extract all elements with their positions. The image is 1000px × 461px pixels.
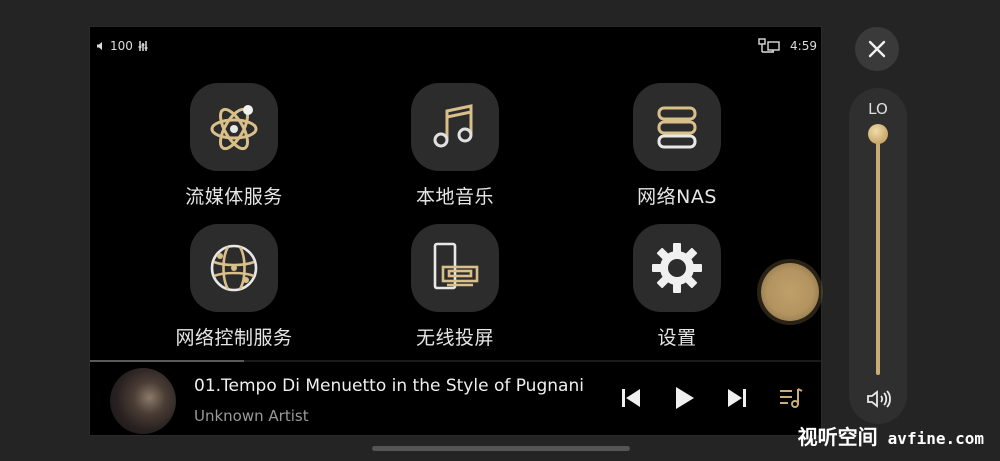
watermark-cn: 视听空间	[797, 425, 878, 449]
playback-progress-fill	[90, 360, 244, 362]
tile-button[interactable]	[190, 224, 278, 312]
volume-value: 100	[110, 39, 133, 53]
next-button[interactable]	[722, 383, 752, 413]
tile-network-control-service[interactable]: 网络控制服务	[134, 224, 334, 354]
gear-icon	[652, 243, 702, 293]
volume-slider[interactable]	[876, 132, 880, 375]
tile-button[interactable]	[633, 224, 721, 312]
clock: 4:59	[790, 39, 817, 53]
volume-slider-fill	[876, 132, 880, 375]
tile-local-music[interactable]: 本地音乐	[355, 83, 555, 213]
close-icon	[868, 40, 886, 58]
server-stack-icon	[657, 106, 697, 149]
skip-next-icon	[728, 389, 746, 407]
equalizer-icon	[138, 41, 148, 51]
tile-settings[interactable]: 设置	[577, 224, 777, 354]
now-playing-bar[interactable]: 01.Tempo Di Menuetto in the Style of Pug…	[90, 363, 821, 437]
tile-label: 设置	[657, 327, 697, 349]
tile-label: 无线投屏	[415, 327, 494, 349]
volume-slider-thumb[interactable]	[868, 124, 888, 144]
tile-label: 网络NAS	[637, 186, 717, 208]
home-indicator[interactable]	[372, 446, 630, 451]
playback-progress-bar[interactable]	[90, 360, 821, 362]
network-icon	[758, 38, 780, 53]
watermark: 视听空间 avfine.com	[798, 421, 984, 450]
speaker-volume-icon	[867, 390, 891, 408]
playlist-icon	[780, 388, 803, 408]
tile-network-nas[interactable]: 网络NAS	[577, 83, 777, 213]
status-volume: 100	[96, 39, 149, 53]
tile-wireless-cast[interactable]: 无线投屏	[355, 224, 555, 354]
tile-label: 流媒体服务	[185, 186, 283, 208]
play-button[interactable]	[669, 383, 699, 413]
previous-button[interactable]	[616, 383, 646, 413]
player-screen: 100 4:59 流媒体服务 本地音乐 网络NAS 网络控制服务 无线投屏 设置…	[89, 26, 822, 436]
atom-icon	[210, 105, 258, 151]
tile-button[interactable]	[190, 83, 278, 171]
music-note-icon	[433, 104, 473, 148]
tile-button[interactable]	[411, 83, 499, 171]
album-cover[interactable]	[110, 368, 176, 434]
floating-action-button[interactable]	[761, 263, 819, 321]
status-bar: 100 4:59	[90, 27, 821, 65]
cast-device-icon	[433, 242, 479, 290]
watermark-en: avfine.com	[887, 429, 984, 448]
skip-previous-icon	[622, 389, 640, 407]
close-button[interactable]	[855, 27, 899, 71]
tile-label: 本地音乐	[415, 186, 494, 208]
tile-button[interactable]	[411, 224, 499, 312]
status-right: 4:59	[758, 38, 817, 54]
play-icon	[676, 387, 694, 409]
globe-network-icon	[210, 244, 258, 292]
mute-button[interactable]	[866, 388, 892, 414]
tile-label: 网络控制服务	[175, 327, 293, 349]
tile-button[interactable]	[633, 83, 721, 171]
speaker-icon	[97, 42, 102, 50]
playlist-button[interactable]	[776, 383, 806, 413]
volume-panel: LO	[849, 88, 907, 424]
volume-level-label: LO	[868, 100, 888, 118]
track-artist: Unknown Artist	[194, 407, 309, 425]
tile-streaming-service[interactable]: 流媒体服务	[134, 83, 334, 213]
track-title: 01.Tempo Di Menuetto in the Style of Pug…	[194, 376, 584, 396]
